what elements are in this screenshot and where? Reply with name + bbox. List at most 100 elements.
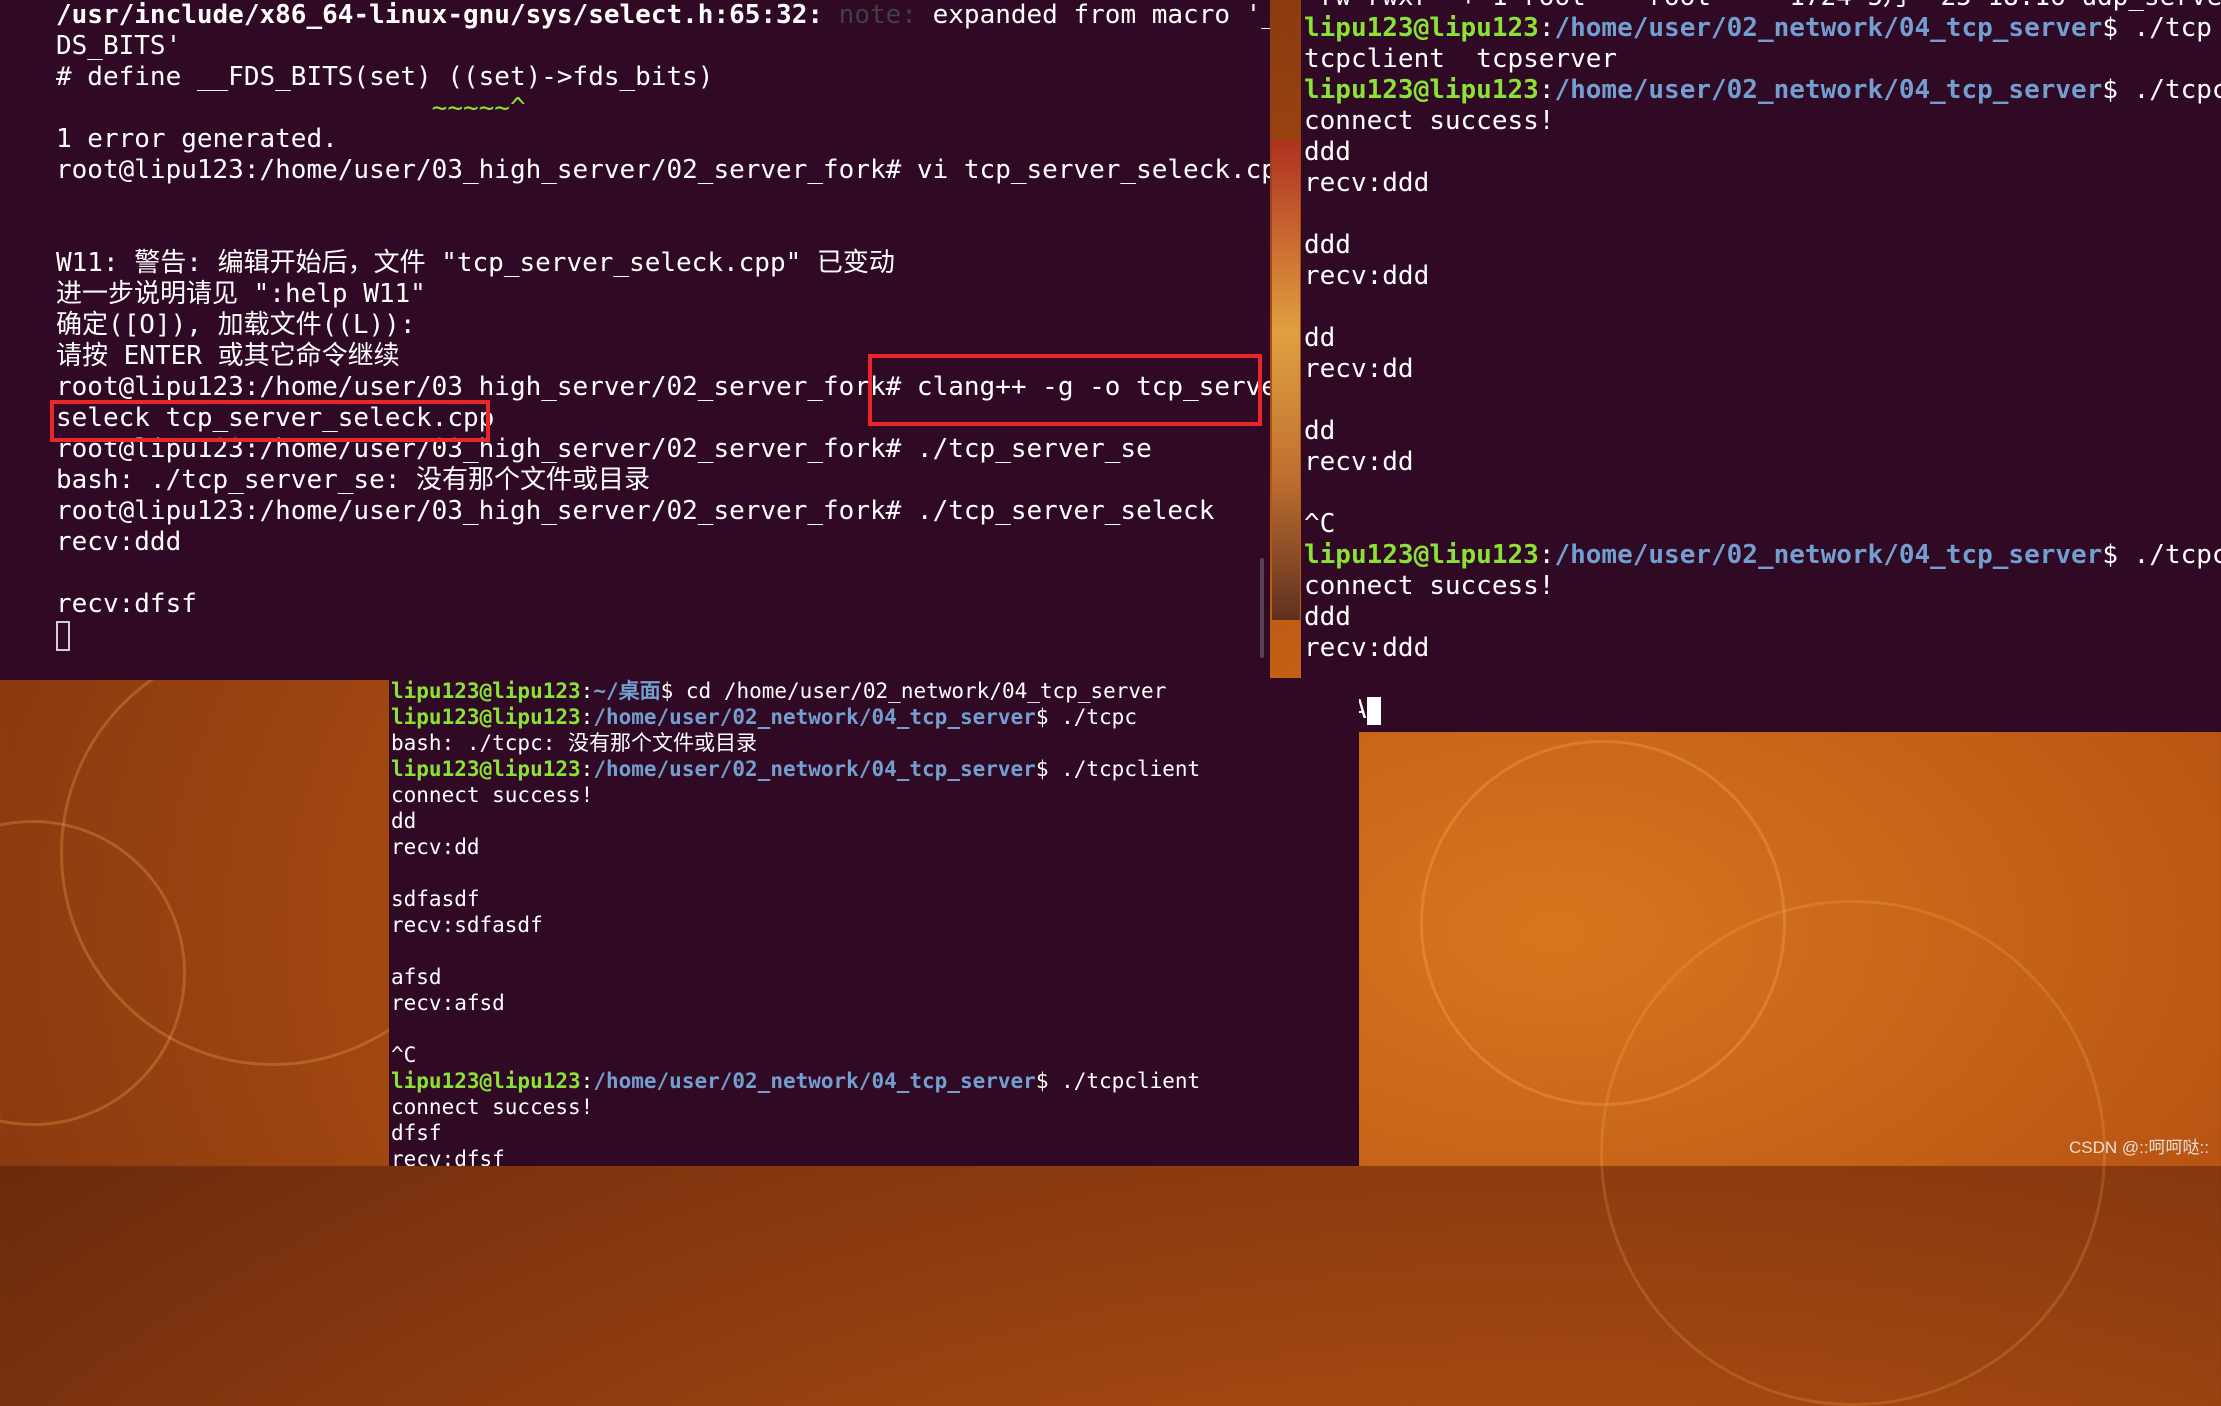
terminal-line: dd <box>1304 416 1336 446</box>
terminal-line: recv:dfsf <box>391 1147 505 1166</box>
terminal-line: DS_BITS' <box>56 31 182 61</box>
note-label: note: <box>838 0 917 30</box>
prompt-line: lipu123@lipu123:/home/user/02_network/04… <box>1304 540 2221 571</box>
terminal-line: 确定([O]), 加载文件((L)): <box>56 310 416 340</box>
command-text: $ ./tcp <box>2102 13 2212 43</box>
terminal-scrollbar[interactable] <box>1260 558 1264 658</box>
terminal-line: tcpclient tcpserver <box>1304 44 1618 74</box>
terminal-line: -rw-rwxr--+ 1 root root 1724 5月 25 18:16… <box>1304 0 2221 13</box>
terminal-line: bash: ./tcp_server_se: 没有那个文件或目录 <box>56 465 651 495</box>
prompt-separator: : <box>1538 540 1555 570</box>
prompt-line: lipu123@lipu123:/home/user/02_network/04… <box>391 1068 1359 1094</box>
terminal-line: ddd <box>1304 137 1351 167</box>
terminal-cursor <box>56 620 70 651</box>
terminal-line: dfsf <box>391 1121 442 1145</box>
prompt-separator: : <box>580 1069 594 1093</box>
command-text: $ ./tcpclient <box>1035 1069 1201 1093</box>
terminal-line: root@lipu123:/home/user/03_high_server/0… <box>56 496 1215 526</box>
prompt-path: /home/user/02_network/04_tcp_server <box>593 757 1036 781</box>
background-window-edge <box>1272 140 1300 620</box>
terminal-line: recv:ddd <box>1304 261 1430 291</box>
terminal-line: recv:ddd <box>1304 168 1430 198</box>
prompt-user: lipu123@lipu123 <box>391 679 581 703</box>
terminal-window-client-bottom[interactable]: lipu123@lipu123:~/桌面$ cd /home/user/02_n… <box>389 678 1359 1166</box>
prompt-path: /home/user/02_network/04_tcp_server <box>593 705 1036 729</box>
terminal-line: ^C <box>1304 509 1336 539</box>
terminal-line: ^[^A <box>1304 695 2221 726</box>
prompt-user: lipu123@lipu123 <box>391 1069 581 1093</box>
prompt-line: lipu123@lipu123:/home/user/02_network/04… <box>1304 13 2221 44</box>
watermark: CSDN @::呵呵哒:: <box>2068 1138 2209 1157</box>
terminal-line: bash: ./tcpc: 没有那个文件或目录 <box>391 731 758 755</box>
terminal-cursor <box>1366 696 1381 725</box>
terminal-line: dd <box>1304 323 1336 353</box>
prompt-user: lipu123@lipu123 <box>391 757 581 781</box>
prompt-separator: : <box>580 705 594 729</box>
prompt-separator: : <box>1538 75 1555 105</box>
prompt-user: lipu123@lipu123 <box>1304 540 1539 570</box>
command-text: $ ./tcpclient <box>1035 757 1201 781</box>
prompt-separator: : <box>580 679 594 703</box>
terminal-line: recv:afsd <box>391 991 505 1015</box>
terminal-window-client-right[interactable]: -rw-rwxr--+ 1 root root 1724 5月 25 18:16… <box>1301 0 2221 732</box>
terminal-window-server[interactable]: /usr/include/x86_64-linux-gnu/sys/select… <box>0 0 1270 680</box>
terminal-line: recv:sdfasdf <box>391 913 543 937</box>
terminal-line: root@lipu123:/home/user/03_high_server/0… <box>56 155 1270 185</box>
prompt-path: ~/桌面 <box>593 679 661 703</box>
note-text: expanded from macro '__F <box>916 0 1270 30</box>
terminal-line: dd <box>391 809 417 833</box>
terminal-line: 进一步说明请见 ":help W11" <box>56 279 426 309</box>
terminal-line: recv:dd <box>1304 354 1414 384</box>
prompt-user: lipu123@lipu123 <box>1304 13 1539 43</box>
terminal-output: lipu123@lipu123:~/桌面$ cd /home/user/02_n… <box>391 678 1359 1166</box>
terminal-line: # define __FDS_BITS(set) ((set)->fds_bit… <box>56 62 714 92</box>
prompt-path: /home/user/02_network/04_tcp_server <box>1554 540 2103 570</box>
prompt-user: lipu123@lipu123 <box>391 705 581 729</box>
prompt-line: lipu123@lipu123:~/桌面$ cd /home/user/02_n… <box>391 678 1359 704</box>
prompt-separator: : <box>1538 13 1555 43</box>
prompt-line: lipu123@lipu123:/home/user/02_network/04… <box>391 704 1359 730</box>
terminal-output: -rw-rwxr--+ 1 root root 1724 5月 25 18:16… <box>1304 0 2221 726</box>
terminal-line: sdfasdf <box>391 887 480 911</box>
terminal-line: ^C <box>391 1043 417 1067</box>
terminal-line: connect success! <box>1304 571 1555 601</box>
prompt-path: /home/user/02_network/04_tcp_server <box>593 1069 1036 1093</box>
prompt-path: /home/user/02_network/04_tcp_server <box>1554 75 2103 105</box>
terminal-line: recv:ddd <box>1304 633 1430 663</box>
command-text: $ ./tcpclient <box>2102 75 2221 105</box>
terminal-line: recv:dd <box>391 835 480 859</box>
prompt-user: lipu123@lipu123 <box>1304 75 1539 105</box>
terminal-line: recv:dd <box>1304 447 1414 477</box>
terminal-line: ddd <box>1304 602 1351 632</box>
terminal-line: connect success! <box>391 783 594 807</box>
terminal-line: recv:dfsf <box>56 589 197 619</box>
terminal-line: afsd <box>391 965 442 989</box>
highlight-box-command-continued <box>50 400 490 442</box>
terminal-line <box>56 620 1270 651</box>
terminal-line: connect success! <box>1304 106 1555 136</box>
command-text: $ ./tcpc <box>1035 705 1137 729</box>
terminal-line: ddd <box>1304 230 1351 260</box>
prompt-path: /home/user/02_network/04_tcp_server <box>1554 13 2103 43</box>
terminal-line: ~~~~~^ <box>56 93 526 123</box>
highlight-box-command <box>868 354 1262 426</box>
error-location: /usr/include/x86_64-linux-gnu/sys/select… <box>56 0 839 30</box>
terminal-line: /usr/include/x86_64-linux-gnu/sys/select… <box>56 0 1270 31</box>
terminal-line: connect success! <box>391 1095 594 1119</box>
command-text: $ cd /home/user/02_network/04_tcp_server <box>660 679 1167 703</box>
command-text: $ ./tcpclient <box>2102 540 2221 570</box>
prompt-line: lipu123@lipu123:/home/user/02_network/04… <box>391 756 1359 782</box>
prompt-line: lipu123@lipu123:/home/user/02_network/04… <box>1304 75 2221 106</box>
terminal-line: recv:ddd <box>56 527 182 557</box>
prompt-separator: : <box>580 757 594 781</box>
terminal-line: 1 error generated. <box>56 124 338 154</box>
